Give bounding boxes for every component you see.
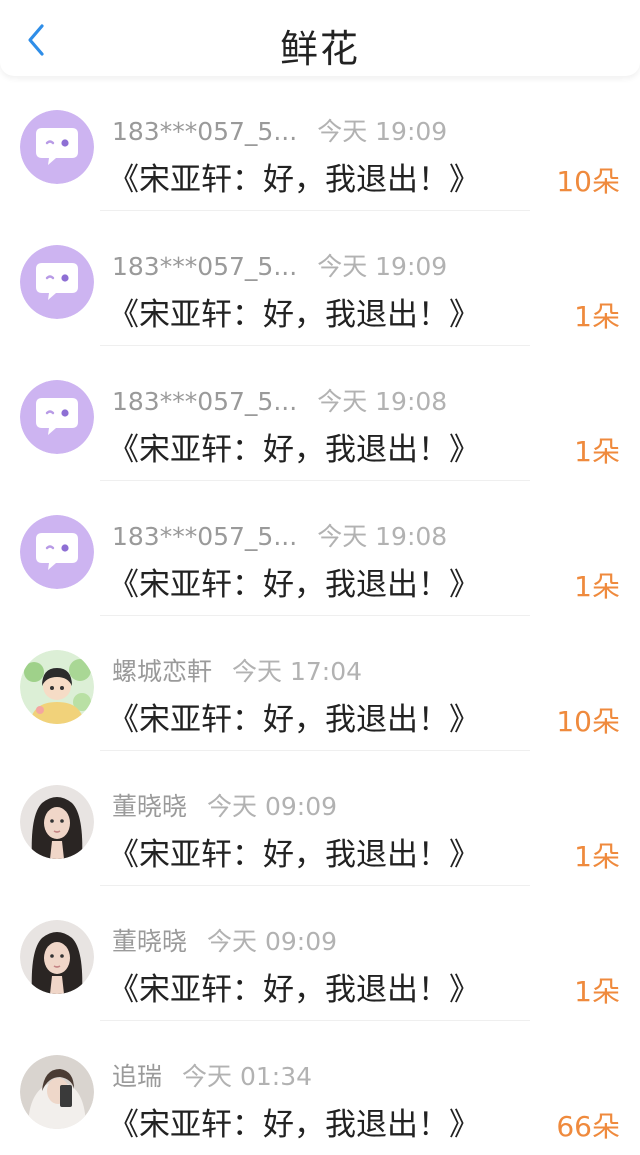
flower-count: 66朵 bbox=[556, 1110, 620, 1143]
avatar[interactable] bbox=[20, 515, 94, 589]
flower-count: 1朵 bbox=[574, 570, 620, 603]
message-text: 《宋亚轩：好，我退出！》 bbox=[108, 567, 480, 603]
timestamp: 今天 19:08 bbox=[317, 522, 448, 551]
purple-chat-avatar-icon bbox=[20, 515, 94, 589]
girl-photo-avatar-icon bbox=[20, 920, 94, 994]
item-meta: 183***057_5... 今天 19:09 bbox=[112, 112, 447, 148]
list-item[interactable]: 183***057_5... 今天 19:09 《宋亚轩：好，我退出！》 10朵 bbox=[0, 76, 640, 211]
avatar[interactable] bbox=[20, 380, 94, 454]
purple-chat-avatar-icon bbox=[20, 110, 94, 184]
timestamp: 今天 19:09 bbox=[317, 252, 448, 281]
avatar[interactable] bbox=[20, 785, 94, 859]
list-item[interactable]: 董晓晓 今天 09:09 《宋亚轩：好，我退出！》 1朵 bbox=[0, 886, 640, 1021]
item-meta: 董晓晓 今天 09:09 bbox=[112, 787, 337, 823]
timestamp: 今天 09:09 bbox=[207, 927, 338, 956]
sender-name[interactable]: 183***057_5... bbox=[112, 252, 297, 281]
message-text: 《宋亚轩：好，我退出！》 bbox=[108, 432, 480, 468]
flower-count: 10朵 bbox=[556, 165, 620, 198]
list-item[interactable]: 183***057_5... 今天 19:08 《宋亚轩：好，我退出！》 1朵 bbox=[0, 481, 640, 616]
timestamp: 今天 17:04 bbox=[232, 657, 363, 686]
sender-name[interactable]: 董晓晓 bbox=[112, 792, 187, 821]
item-meta: 183***057_5... 今天 19:08 bbox=[112, 517, 447, 553]
avatar[interactable] bbox=[20, 920, 94, 994]
sender-name[interactable]: 183***057_5... bbox=[112, 117, 297, 146]
sender-name[interactable]: 董晓晓 bbox=[112, 927, 187, 956]
flower-count: 1朵 bbox=[574, 840, 620, 873]
item-meta: 螺城恋軒 今天 17:04 bbox=[112, 652, 362, 688]
selfie-photo-avatar-icon bbox=[20, 1055, 94, 1129]
sender-name[interactable]: 螺城恋軒 bbox=[112, 657, 212, 686]
flower-count: 1朵 bbox=[574, 975, 620, 1008]
list-item[interactable]: 追瑞 今天 01:34 《宋亚轩：好，我退出！》 66朵 bbox=[0, 1021, 640, 1155]
flower-count: 10朵 bbox=[556, 705, 620, 738]
avatar[interactable] bbox=[20, 110, 94, 184]
purple-chat-avatar-icon bbox=[20, 380, 94, 454]
timestamp: 今天 09:09 bbox=[207, 792, 338, 821]
message-text: 《宋亚轩：好，我退出！》 bbox=[108, 972, 480, 1008]
purple-chat-avatar-icon bbox=[20, 245, 94, 319]
flower-count: 1朵 bbox=[574, 300, 620, 333]
sender-name[interactable]: 183***057_5... bbox=[112, 522, 297, 551]
avatar[interactable] bbox=[20, 245, 94, 319]
message-text: 《宋亚轩：好，我退出！》 bbox=[108, 297, 480, 333]
list-item[interactable]: 螺城恋軒 今天 17:04 《宋亚轩：好，我退出！》 10朵 bbox=[0, 616, 640, 751]
item-meta: 183***057_5... 今天 19:09 bbox=[112, 247, 447, 283]
timestamp: 今天 01:34 bbox=[182, 1062, 313, 1091]
item-meta: 董晓晓 今天 09:09 bbox=[112, 922, 337, 958]
item-meta: 追瑞 今天 01:34 bbox=[112, 1057, 312, 1093]
message-text: 《宋亚轩：好，我退出！》 bbox=[108, 837, 480, 873]
avatar[interactable] bbox=[20, 650, 94, 724]
message-text: 《宋亚轩：好，我退出！》 bbox=[108, 162, 480, 198]
page-title: 鲜花 bbox=[279, 27, 360, 71]
list-item[interactable]: 183***057_5... 今天 19:08 《宋亚轩：好，我退出！》 1朵 bbox=[0, 346, 640, 481]
timestamp: 今天 19:09 bbox=[317, 117, 448, 146]
girl-photo-avatar-icon bbox=[20, 785, 94, 859]
sender-name[interactable]: 追瑞 bbox=[112, 1062, 162, 1091]
avatar[interactable] bbox=[20, 1055, 94, 1129]
timestamp: 今天 19:08 bbox=[317, 387, 448, 416]
message-text: 《宋亚轩：好，我退出！》 bbox=[108, 1107, 480, 1143]
cartoon-boy-avatar-icon bbox=[20, 650, 94, 724]
message-text: 《宋亚轩：好，我退出！》 bbox=[108, 702, 480, 738]
list-item[interactable]: 董晓晓 今天 09:09 《宋亚轩：好，我退出！》 1朵 bbox=[0, 751, 640, 886]
flower-count: 1朵 bbox=[574, 435, 620, 468]
item-meta: 183***057_5... 今天 19:08 bbox=[112, 382, 447, 418]
flower-list: 183***057_5... 今天 19:09 《宋亚轩：好，我退出！》 10朵 … bbox=[0, 76, 640, 1155]
sender-name[interactable]: 183***057_5... bbox=[112, 387, 297, 416]
top-bar: 鲜花 bbox=[0, 0, 640, 76]
list-item[interactable]: 183***057_5... 今天 19:09 《宋亚轩：好，我退出！》 1朵 bbox=[0, 211, 640, 346]
